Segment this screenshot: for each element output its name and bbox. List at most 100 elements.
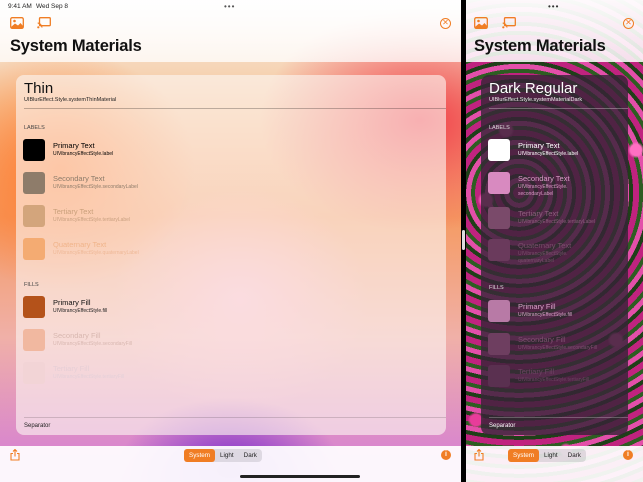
airplay-icon[interactable] (502, 17, 516, 29)
row-title: Primary Text (53, 141, 95, 150)
home-indicator (240, 475, 360, 478)
info-button[interactable]: i (623, 450, 633, 460)
row-title: Tertiary Fill (53, 364, 90, 373)
appearance-segmented-control[interactable]: System Light Dark (508, 449, 586, 462)
row-subtitle: UIVibrancyEffectStyle.secondaryFill (518, 345, 598, 351)
share-icon[interactable] (10, 449, 20, 461)
labels-header: LABELS (24, 125, 45, 131)
row-title: Secondary Text (53, 174, 105, 183)
tertiary-fill-swatch (23, 362, 45, 384)
separator-line (489, 417, 628, 418)
thin-material-panel: Thin UIBlurEffect.Style.systemThinMateri… (16, 75, 446, 435)
quaternary-label-swatch (23, 238, 45, 260)
page-title: System Materials (10, 37, 142, 55)
separator-label: Separator (24, 423, 51, 429)
segment-system[interactable]: System (184, 449, 215, 462)
primary-fill-swatch (488, 300, 510, 322)
row-subtitle: UIVibrancyEffectStyle.fill (53, 308, 108, 314)
material-subtitle: UIBlurEffect.Style.systemMaterialDark (489, 97, 583, 103)
row-title: Secondary Text (518, 174, 570, 183)
status-date: Wed Sep 8 (36, 3, 69, 10)
segment-dark[interactable]: Dark (563, 449, 586, 462)
divider (489, 108, 628, 109)
material-title: Thin (24, 80, 54, 97)
row-subtitle: UIVibrancyEffectStyle. quaternaryLabel (518, 251, 568, 264)
info-button[interactable]: i (441, 450, 451, 460)
row-subtitle: UIVibrancyEffectStyle.tertiaryFill (53, 374, 125, 380)
close-button[interactable]: ✕ (440, 18, 451, 29)
row-subtitle: UIVibrancyEffectStyle.tertiaryLabel (53, 217, 131, 223)
photo-icon[interactable] (474, 17, 488, 29)
tertiary-fill-swatch (488, 365, 510, 387)
list-item: Tertiary Fill UIVibrancyEffectStyle.tert… (23, 362, 440, 386)
row-subtitle: UIVibrancyEffectStyle.fill (518, 312, 573, 318)
photo-icon[interactable] (10, 17, 24, 29)
row-subtitle: UIVibrancyEffectStyle.label (518, 151, 579, 157)
share-icon[interactable] (474, 449, 484, 461)
status-time: 9:41 AM (8, 3, 32, 10)
material-title: Dark Regular (489, 80, 578, 97)
multitasking-dots[interactable]: ••• (224, 2, 235, 11)
row-title: Quaternary Text (53, 240, 107, 249)
row-subtitle: UIVibrancyEffectStyle.label (53, 151, 114, 157)
multitasking-dots[interactable]: ••• (548, 2, 559, 11)
separator-line (24, 417, 446, 418)
row-subtitle: UIVibrancyEffectStyle.secondaryFill (53, 341, 133, 347)
list-item: Secondary Fill UIVibrancyEffectStyle.sec… (488, 333, 622, 357)
labels-header: LABELS (489, 125, 510, 131)
list-item: Secondary Text UIVibrancyEffectStyle.sec… (23, 172, 440, 196)
left-window: 9:41 AM Wed Sep 8 ••• ✕ System Materials… (0, 0, 461, 482)
segment-light[interactable]: Light (215, 449, 239, 462)
list-item: Quaternary Text UIVibrancyEffectStyle.qu… (23, 238, 440, 262)
row-subtitle: UIVibrancyEffectStyle.tertiaryLabel (518, 219, 596, 225)
segment-system[interactable]: System (508, 449, 539, 462)
fills-header: FILLS (24, 282, 39, 288)
row-title: Primary Text (518, 141, 560, 150)
primary-fill-swatch (23, 296, 45, 318)
row-subtitle: UIVibrancyEffectStyle.tertiaryFill (518, 377, 590, 383)
dark-regular-material-panel: Dark Regular UIBlurEffect.Style.systemMa… (481, 75, 628, 435)
row-title: Secondary Fill (53, 331, 101, 340)
list-item: Quaternary Text UIVibrancyEffectStyle. q… (488, 239, 622, 264)
list-item: Secondary Text UIVibrancyEffectStyle. se… (488, 172, 622, 197)
list-item: Primary Text UIVibrancyEffectStyle.label (488, 139, 622, 163)
secondary-label-swatch (488, 172, 510, 194)
primary-label-swatch (488, 139, 510, 161)
row-title: Primary Fill (518, 302, 556, 311)
material-subtitle: UIBlurEffect.Style.systemThinMaterial (24, 97, 117, 103)
divider-handle[interactable] (462, 230, 465, 250)
list-item: Tertiary Fill UIVibrancyEffectStyle.tert… (488, 365, 622, 389)
airplay-icon[interactable] (37, 17, 51, 29)
row-title: Tertiary Text (518, 209, 559, 218)
list-item: Tertiary Text UIVibrancyEffectStyle.tert… (488, 207, 622, 231)
tertiary-label-swatch (23, 205, 45, 227)
appearance-segmented-control[interactable]: System Light Dark (184, 449, 262, 462)
bottom-toolbar: System Light Dark i (0, 442, 461, 482)
separator-label: Separator (489, 423, 516, 429)
row-subtitle: UIVibrancyEffectStyle. secondaryLabel (518, 184, 568, 197)
row-subtitle: UIVibrancyEffectStyle.quaternaryLabel (53, 250, 139, 256)
row-subtitle: UIVibrancyEffectStyle.secondaryLabel (53, 184, 138, 190)
list-item: Tertiary Text UIVibrancyEffectStyle.tert… (23, 205, 440, 229)
fills-header: FILLS (489, 285, 504, 291)
list-item: Secondary Fill UIVibrancyEffectStyle.sec… (23, 329, 440, 353)
segment-light[interactable]: Light (539, 449, 563, 462)
row-title: Secondary Fill (518, 335, 566, 344)
list-item: Primary Fill UIVibrancyEffectStyle.fill (23, 296, 440, 320)
list-item: Primary Text UIVibrancyEffectStyle.label (23, 139, 440, 163)
row-title: Tertiary Fill (518, 367, 555, 376)
divider (24, 108, 446, 109)
secondary-fill-swatch (23, 329, 45, 351)
row-title: Quaternary Text (518, 241, 572, 250)
secondary-label-swatch (23, 172, 45, 194)
close-button[interactable]: ✕ (623, 18, 634, 29)
list-item: Primary Fill UIVibrancyEffectStyle.fill (488, 300, 622, 324)
quaternary-label-swatch (488, 239, 510, 261)
row-title: Tertiary Text (53, 207, 94, 216)
primary-label-swatch (23, 139, 45, 161)
bottom-toolbar: System Light Dark i (466, 442, 643, 482)
tertiary-label-swatch (488, 207, 510, 229)
secondary-fill-swatch (488, 333, 510, 355)
segment-dark[interactable]: Dark (239, 449, 262, 462)
page-title: System Materials (474, 37, 606, 55)
